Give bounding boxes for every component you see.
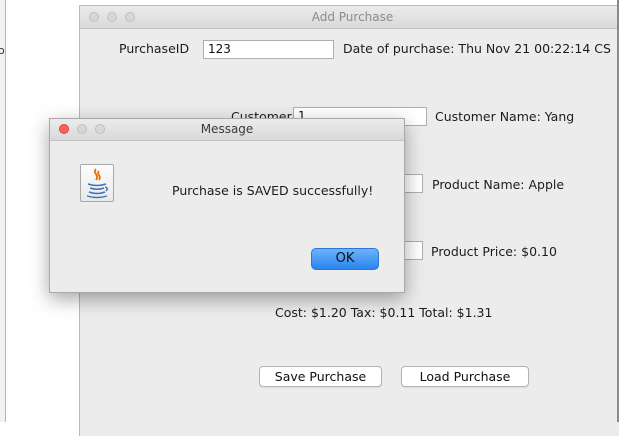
- dialog-message: Purchase is SAVED successfully!: [172, 183, 374, 198]
- save-purchase-button[interactable]: Save Purchase: [259, 366, 382, 387]
- purchase-id-field[interactable]: 123: [203, 40, 334, 59]
- ok-button[interactable]: OK: [311, 248, 379, 270]
- dialog-title: Message: [200, 122, 254, 136]
- background-window-text: o: [0, 44, 5, 57]
- customer-name: Customer Name: Yang: [435, 109, 575, 124]
- background-window-edge: o: [0, 0, 6, 422]
- main-titlebar[interactable]: Add Purchase: [80, 6, 619, 29]
- totals-summary: Cost: $1.20 Tax: $0.11 Total: $1.31: [275, 305, 493, 320]
- purchase-id-label: PurchaseID: [119, 41, 190, 56]
- java-icon: [80, 164, 114, 202]
- date-of-purchase: Date of purchase: Thu Nov 21 00:22:14 CS: [343, 41, 611, 56]
- dialog-titlebar[interactable]: Message: [50, 119, 404, 141]
- message-dialog: Message Purchase is SAVED successfully! …: [49, 118, 405, 293]
- load-purchase-button[interactable]: Load Purchase: [401, 366, 529, 387]
- product-name: Product Name: Apple: [432, 177, 565, 192]
- product-price: Product Price: $0.10: [431, 244, 557, 259]
- window-title: Add Purchase: [311, 10, 394, 24]
